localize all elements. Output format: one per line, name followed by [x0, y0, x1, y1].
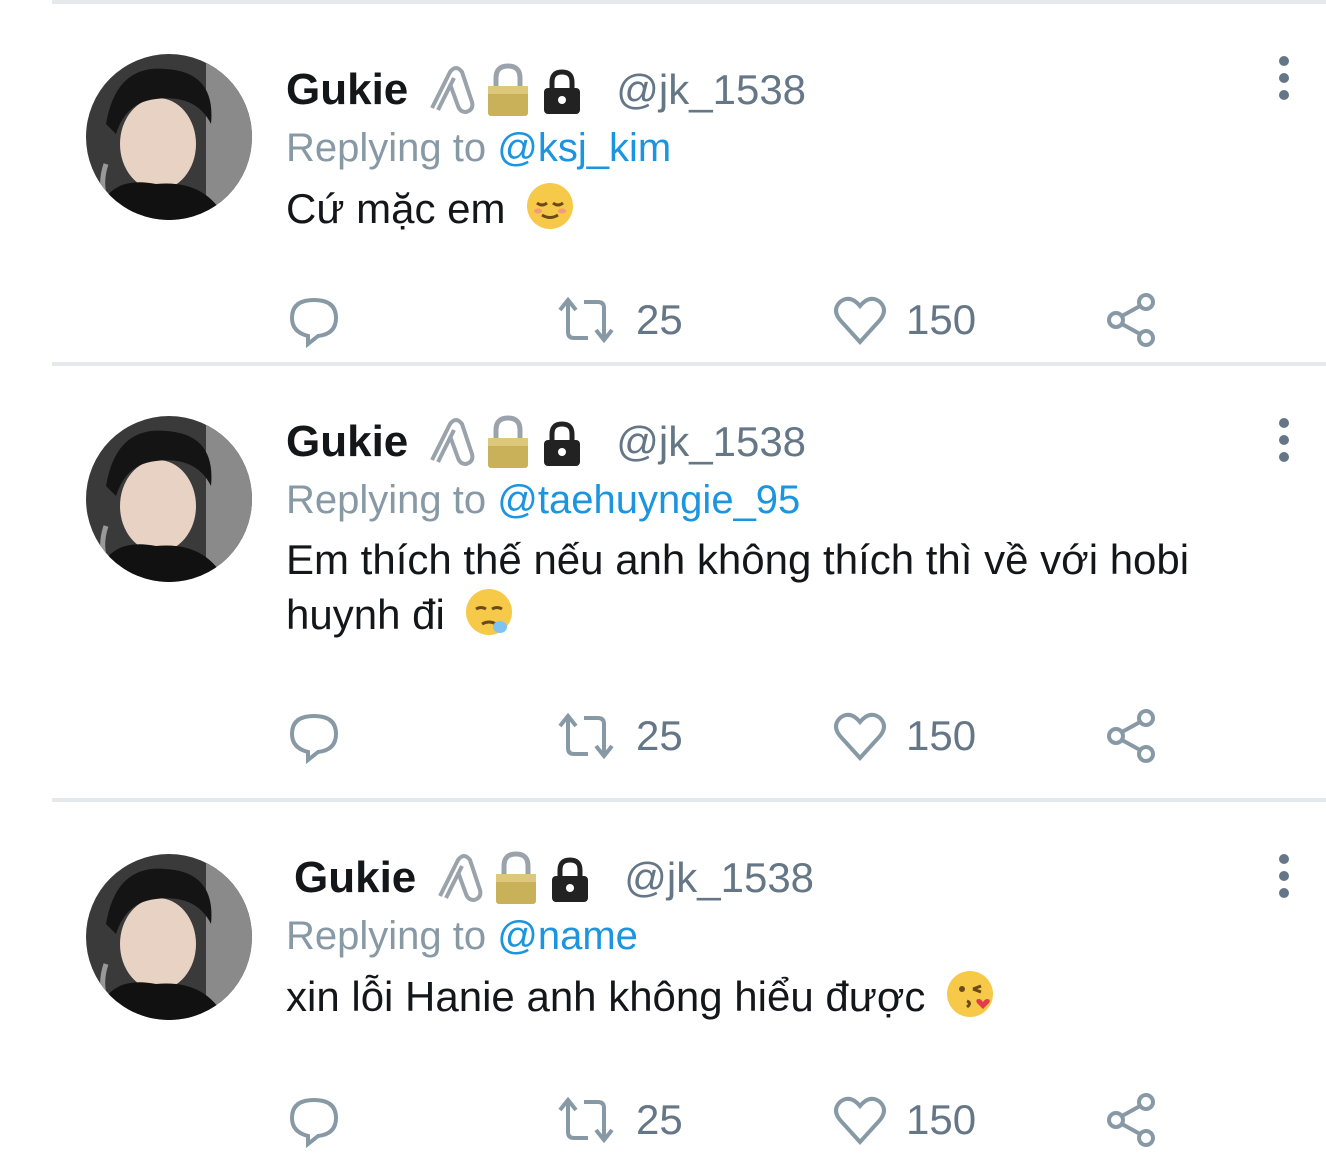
replying-to: Replying to @ksj_kim [286, 126, 1286, 171]
avatar-photo [86, 54, 252, 220]
mention-link[interactable]: @name [497, 914, 638, 958]
tweet-feed: Gukie @jk_1538 Replying to @ksj_kim Cứ m… [0, 0, 1326, 1173]
retweet-icon [558, 712, 614, 760]
reply-button[interactable] [286, 1090, 342, 1150]
retweet-icon [558, 1096, 614, 1144]
retweet-button[interactable]: 25 [554, 706, 683, 766]
avatar-photo [86, 854, 252, 1020]
replying-prefix: Replying to [286, 478, 498, 522]
retweet-count: 25 [636, 296, 683, 343]
handle[interactable]: @jk_1538 [616, 66, 806, 114]
share-button[interactable] [1104, 1090, 1160, 1150]
reply-button[interactable] [286, 290, 342, 350]
sleepy-face-icon [464, 587, 514, 650]
heart-icon [834, 712, 886, 761]
tweet-text-content: Cứ mặc em [286, 185, 506, 232]
paperclip-icon [438, 854, 483, 903]
avatar[interactable] [86, 416, 252, 582]
handle[interactable]: @jk_1538 [624, 854, 814, 902]
name-badges [430, 850, 594, 906]
like-button[interactable]: 150 [832, 1090, 976, 1150]
retweet-icon [558, 296, 614, 344]
replying-to: Replying to @name [286, 914, 1286, 959]
more-options-icon[interactable] [1272, 854, 1296, 898]
replying-prefix: Replying to [286, 126, 498, 170]
avatar-photo [86, 416, 252, 582]
display-name[interactable]: Gukie [294, 853, 416, 903]
handle[interactable]: @jk_1538 [616, 418, 806, 466]
tweet-text: xin lỗi Hanie anh không hiểu được [286, 969, 1276, 1032]
share-icon [1107, 1093, 1155, 1147]
paperclip-icon [430, 418, 475, 467]
name-badges [422, 414, 586, 470]
tweet-text: Cứ mặc em [286, 181, 1276, 244]
mention-link[interactable]: @taehuyngie_95 [497, 478, 800, 522]
retweet-count: 25 [636, 712, 683, 759]
like-button[interactable]: 150 [832, 290, 976, 350]
display-name[interactable]: Gukie [286, 65, 408, 115]
share-button[interactable] [1104, 290, 1160, 350]
black-lock-icon [552, 857, 589, 902]
more-options-icon[interactable] [1272, 418, 1296, 462]
mention-link[interactable]: @ksj_kim [497, 126, 671, 170]
more-options-icon[interactable] [1272, 56, 1296, 100]
avatar[interactable] [86, 854, 252, 1020]
tweet-actions: 25 150 [286, 290, 1186, 350]
retweet-count: 25 [636, 1096, 683, 1143]
tweet[interactable]: Gukie [0, 366, 1326, 796]
avatar[interactable] [86, 54, 252, 220]
tweet[interactable]: Gukie [0, 802, 1326, 1173]
tweet-text: Em thích thế nếu anh không thích thì về … [286, 533, 1276, 650]
gold-lock-icon [496, 851, 537, 904]
reply-icon [289, 713, 339, 764]
retweet-button[interactable]: 25 [554, 290, 683, 350]
kissing-heart-face-icon [945, 969, 995, 1032]
like-button[interactable]: 150 [832, 706, 976, 766]
reply-icon [289, 297, 339, 348]
like-count: 150 [906, 296, 977, 343]
tweet[interactable]: Gukie [0, 0, 1326, 360]
name-badges [422, 62, 586, 118]
relieved-face-icon [525, 181, 575, 244]
like-count: 150 [906, 1096, 977, 1143]
gold-lock-icon [488, 415, 529, 468]
share-button[interactable] [1104, 706, 1160, 766]
black-lock-icon [544, 421, 581, 466]
tweet-text-content: Em thích thế nếu anh không thích thì về … [286, 536, 1190, 638]
replying-prefix: Replying to [286, 914, 498, 958]
heart-icon [834, 1096, 886, 1145]
reply-button[interactable] [286, 706, 342, 766]
share-icon [1107, 293, 1155, 347]
tweet-text-content: xin lỗi Hanie anh không hiểu được [286, 973, 926, 1020]
paperclip-icon [430, 66, 475, 115]
replying-to: Replying to @taehuyngie_95 [286, 478, 1286, 523]
reply-icon [289, 1097, 339, 1148]
tweet-actions: 25 150 [286, 1090, 1186, 1150]
heart-icon [834, 296, 886, 345]
display-name[interactable]: Gukie [286, 417, 408, 467]
gold-lock-icon [488, 63, 529, 116]
black-lock-icon [544, 69, 581, 114]
retweet-button[interactable]: 25 [554, 1090, 683, 1150]
like-count: 150 [906, 712, 977, 759]
tweet-actions: 25 150 [286, 706, 1186, 766]
share-icon [1107, 709, 1155, 763]
